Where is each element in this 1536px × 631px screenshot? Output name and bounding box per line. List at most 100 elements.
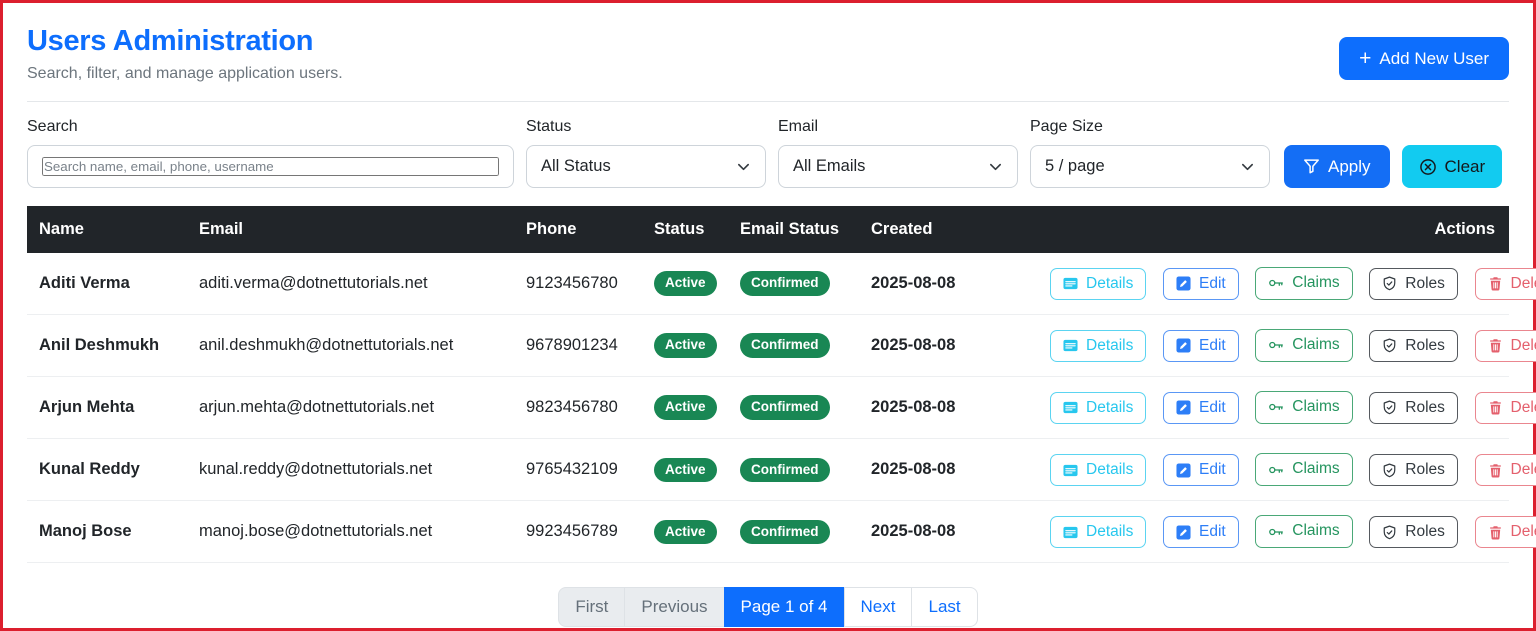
delete-button[interactable]: Delete xyxy=(1474,453,1536,487)
details-button[interactable]: Details xyxy=(1050,267,1147,301)
status-badge: Active xyxy=(654,457,717,483)
roles-button[interactable]: Roles xyxy=(1369,391,1458,425)
pagination-wrapper: First Previous Page 1 of 4 Next Last xyxy=(27,587,1509,628)
search-input[interactable] xyxy=(42,157,499,176)
delete-button[interactable]: Delete xyxy=(1474,391,1536,425)
page-size-select[interactable]: 5 / page xyxy=(1030,145,1270,188)
user-phone: 9923456789 xyxy=(514,500,642,564)
pagination: First Previous Page 1 of 4 Next Last xyxy=(558,587,978,628)
status-badge: Active xyxy=(654,271,717,296)
status-select[interactable]: All Status xyxy=(526,145,766,188)
edit-button[interactable]: Edit xyxy=(1162,267,1239,301)
user-email: anil.deshmukh@dotnettutorials.net xyxy=(187,314,514,378)
details-label: Details xyxy=(1086,522,1134,540)
card-text-icon xyxy=(1063,464,1078,476)
edit-button[interactable]: Edit xyxy=(1162,329,1239,363)
claims-button[interactable]: Claims xyxy=(1255,453,1353,486)
delete-button[interactable]: Delete xyxy=(1474,267,1536,301)
shield-check-icon xyxy=(1383,276,1396,291)
delete-label: Delete xyxy=(1510,460,1536,478)
claims-button[interactable]: Claims xyxy=(1255,391,1353,424)
delete-button[interactable]: Delete xyxy=(1474,329,1536,363)
pagination-item-last[interactable]: Last xyxy=(911,587,978,628)
trash-icon xyxy=(1489,401,1501,416)
row-actions: Details Edit Claims Roles Delete xyxy=(1026,314,1536,378)
pagination-item-page-1-of-4[interactable]: Page 1 of 4 xyxy=(723,587,845,628)
claims-label: Claims xyxy=(1292,522,1340,540)
shield-check-icon xyxy=(1383,338,1396,353)
email-select[interactable]: All Emails xyxy=(778,145,1018,188)
user-email: aditi.verma@dotnettutorials.net xyxy=(187,253,514,316)
column-header-status: Status xyxy=(642,206,728,253)
user-name: Aditi Verma xyxy=(27,253,187,316)
user-created-date: 2025-08-08 xyxy=(859,376,1026,440)
add-new-user-label: Add New User xyxy=(1379,48,1489,68)
status-filter-group: Status All Status xyxy=(526,118,766,188)
plus-icon: + xyxy=(1359,47,1372,70)
roles-button[interactable]: Roles xyxy=(1369,267,1458,301)
details-button[interactable]: Details xyxy=(1050,329,1147,363)
details-button[interactable]: Details xyxy=(1050,515,1147,549)
details-label: Details xyxy=(1086,336,1134,354)
roles-button[interactable]: Roles xyxy=(1369,453,1458,487)
status-badge: Active xyxy=(654,333,717,358)
key-icon xyxy=(1269,280,1284,287)
row-actions: Details Edit Claims Roles Delete xyxy=(1026,438,1536,502)
edit-button[interactable]: Edit xyxy=(1162,391,1239,425)
page-subtitle: Search, filter, and manage application u… xyxy=(27,65,343,82)
users-administration-page: Users Administration Search, filter, and… xyxy=(0,0,1536,631)
email-status-badge: Confirmed xyxy=(740,333,830,358)
page-header: Users Administration Search, filter, and… xyxy=(27,25,1509,83)
clear-filters-button[interactable]: Clear xyxy=(1401,145,1503,188)
roles-button[interactable]: Roles xyxy=(1369,515,1458,549)
delete-label: Delete xyxy=(1510,522,1536,540)
delete-button[interactable]: Delete xyxy=(1474,515,1536,549)
roles-label: Roles xyxy=(1405,522,1445,540)
chevron-down-icon xyxy=(738,163,749,171)
details-button[interactable]: Details xyxy=(1050,391,1147,425)
claims-button[interactable]: Claims xyxy=(1255,329,1353,362)
pagination-item-next[interactable]: Next xyxy=(843,587,913,628)
column-header-created: Created xyxy=(859,206,1026,253)
table-row: Arjun Mehta arjun.mehta@dotnettutorials.… xyxy=(27,376,1536,440)
pagination-item-previous: Previous xyxy=(624,587,725,628)
card-text-icon xyxy=(1063,402,1078,414)
edit-label: Edit xyxy=(1198,460,1226,478)
page-heading-block: Users Administration Search, filter, and… xyxy=(27,25,343,83)
email-status-badge: Confirmed xyxy=(740,395,830,420)
search-filter-group: Search xyxy=(27,118,514,188)
add-new-user-button[interactable]: + Add New User xyxy=(1339,37,1509,80)
user-phone: 9823456780 xyxy=(514,376,642,440)
details-label: Details xyxy=(1086,460,1134,478)
claims-button[interactable]: Claims xyxy=(1255,515,1353,548)
card-text-icon xyxy=(1063,278,1078,290)
user-phone: 9765432109 xyxy=(514,438,642,502)
details-button[interactable]: Details xyxy=(1050,453,1147,487)
shield-check-icon xyxy=(1383,463,1396,477)
claims-label: Claims xyxy=(1292,460,1340,478)
user-phone: 9678901234 xyxy=(514,314,642,378)
apply-filters-button[interactable]: Apply xyxy=(1284,145,1390,188)
table-body: Aditi Verma aditi.verma@dotnettutorials.… xyxy=(27,253,1536,564)
table-row: Anil Deshmukh anil.deshmukh@dotnettutori… xyxy=(27,314,1536,378)
user-created-date: 2025-08-08 xyxy=(859,438,1026,502)
edit-button[interactable]: Edit xyxy=(1162,515,1239,549)
user-email: manoj.bose@dotnettutorials.net xyxy=(187,500,514,564)
edit-label: Edit xyxy=(1198,336,1226,354)
roles-button[interactable]: Roles xyxy=(1369,329,1458,363)
claims-label: Claims xyxy=(1292,336,1340,354)
table-header: Name Email Phone Status Email Status Cre… xyxy=(27,206,1509,253)
claims-label: Claims xyxy=(1292,274,1340,291)
status-badge: Active xyxy=(654,519,717,545)
edit-label: Edit xyxy=(1198,398,1226,416)
clear-label: Clear xyxy=(1444,156,1486,176)
search-label: Search xyxy=(27,118,78,135)
claims-button[interactable]: Claims xyxy=(1255,267,1353,300)
roles-label: Roles xyxy=(1405,460,1445,478)
edit-button[interactable]: Edit xyxy=(1162,453,1239,487)
column-header-actions: Actions xyxy=(1026,206,1509,253)
roles-label: Roles xyxy=(1405,274,1445,292)
table-row: Aditi Verma aditi.verma@dotnettutorials.… xyxy=(27,253,1536,316)
user-created-date: 2025-08-08 xyxy=(859,314,1026,378)
edit-label: Edit xyxy=(1198,274,1226,292)
